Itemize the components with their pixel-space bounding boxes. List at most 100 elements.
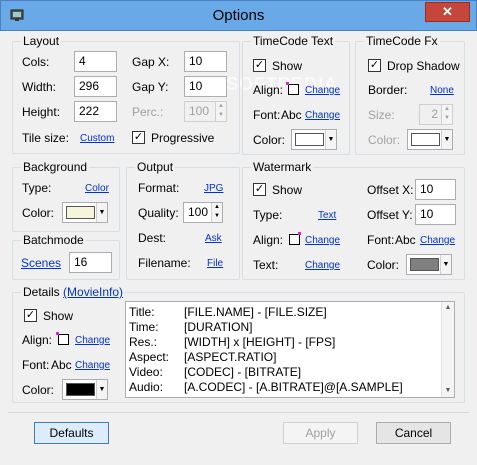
details-color-picker[interactable]: ▼ [62,379,108,400]
width-input[interactable]: 296 [74,76,117,97]
filename-label: Filename: [138,256,191,270]
details-value: [CODEC] - [BITRATE] [184,365,302,379]
fx-border-link[interactable]: None [430,83,454,99]
wm-type-label: Type: [253,208,283,222]
gapx-label: Gap X: [132,55,170,69]
dropdown-icon[interactable]: ▼ [440,255,451,274]
details-color-label: Color: [22,383,55,397]
dest-link[interactable]: Ask [205,231,222,247]
perc-value: 100 [189,104,210,118]
bg-color-swatch [66,206,95,219]
spin-down-icon[interactable]: ▼ [444,115,450,121]
wm-color-picker[interactable]: ▼ [406,254,452,275]
spin-down-icon[interactable]: ▼ [218,112,224,118]
cols-label: Cols: [22,55,50,69]
details-show-checkbox[interactable]: ✓ [24,309,37,322]
cols-input[interactable]: 4 [74,51,117,72]
details-legend-label: Details [23,285,60,299]
quality-spin-arrows[interactable]: ▲ ▼ [211,203,222,222]
quality-label: Quality: [138,206,179,220]
quality-spinner[interactable]: 100 ▲ ▼ [183,202,223,223]
offsetx-input[interactable]: 10 [415,179,456,200]
dialog-body: SOFTPEDIA Layout Cols: 4 Width: 296 Heig… [8,31,469,457]
defaults-button[interactable]: Defaults [34,422,109,444]
gapy-input[interactable]: 10 [184,76,227,97]
fx-color-label: Color: [368,133,401,147]
format-link[interactable]: JPG [204,181,223,197]
details-value: [DURATION] [184,320,253,334]
close-button[interactable]: ✕ [425,2,470,22]
details-key: Aspect: [129,350,170,364]
bg-color-picker[interactable]: ▼ [62,202,108,223]
fx-size-spin-arrows[interactable]: ▲ ▼ [441,105,452,124]
drop-shadow-checkbox[interactable]: ✓ [368,59,381,72]
dropdown-icon[interactable]: ▼ [441,130,452,149]
dest-label: Dest: [138,231,167,245]
details-key: Res.: [129,335,158,349]
tc-color-picker[interactable]: ▼ [291,129,337,150]
tc-font-change[interactable]: Change [305,108,340,124]
fx-color-picker[interactable]: ▼ [407,129,453,150]
dropdown-icon[interactable]: ▼ [96,203,107,222]
drop-shadow-label: Drop Shadow [387,59,460,73]
tc-show-checkbox[interactable]: ✓ [253,59,266,72]
tc-align-icon [286,82,299,95]
scenes-input[interactable]: 16 [69,252,112,273]
fx-size-value: 2 [431,107,438,121]
scenes-link[interactable]: Scenes [21,255,61,271]
details-value: [FILE.NAME] - [FILE.SIZE] [184,305,327,319]
button-divider [8,412,469,413]
tc-align-change[interactable]: Change [305,83,340,99]
progressive-checkbox[interactable]: ✓ [132,131,145,144]
wm-font-change[interactable]: Change [420,233,455,249]
dropdown-icon[interactable]: ▼ [325,130,336,149]
movieinfo-link[interactable]: (MovieInfo) [63,285,123,299]
details-value: [ASPECT.RATIO] [184,350,277,364]
filename-link[interactable]: File [207,256,223,272]
spin-up-icon[interactable]: ▲ [444,106,450,112]
details-legend: Details (MovieInfo) [21,285,126,299]
offsety-input[interactable]: 10 [415,204,456,225]
batchmode-legend: Batchmode [21,233,86,247]
perc-spinner[interactable]: 100 ▲ ▼ [184,101,227,122]
details-show-label: Show [43,309,74,323]
details-align-change[interactable]: Change [75,333,110,349]
details-template-textarea[interactable]: Title: [FILE.NAME] - [FILE.SIZE] Time: [DU… [125,301,455,398]
fx-size-label: Size: [368,108,395,122]
wm-color-swatch [410,258,439,271]
tilesize-link[interactable]: Custom [80,131,114,147]
tc-color-label: Color: [253,133,286,147]
wm-font-label: Font: [367,233,395,247]
bg-type-link[interactable]: Color [85,181,109,197]
spin-up-icon[interactable]: ▲ [218,103,224,109]
tc-color-swatch [295,133,324,146]
details-scrollbar[interactable]: ▲ ▼ [441,302,454,397]
details-align-icon [56,332,69,345]
wm-align-change[interactable]: Change [305,233,340,249]
cancel-button[interactable]: Cancel [376,422,451,444]
fx-size-spinner[interactable]: 2 ▲ ▼ [419,104,453,125]
bg-type-label: Type: [22,181,52,195]
dropdown-icon[interactable]: ▼ [96,380,107,399]
tc-show-label: Show [272,59,303,73]
details-font-label: Font: [22,358,50,372]
scroll-down-icon[interactable]: ▼ [442,385,454,397]
wm-text-label: Text: [253,258,279,272]
details-key: Video: [129,365,163,379]
details-font-change[interactable]: Change [75,358,110,374]
perc-spin-arrows[interactable]: ▲ ▼ [215,102,226,121]
spin-up-icon[interactable]: ▲ [214,204,220,210]
gapx-input[interactable]: 10 [184,51,227,72]
wm-text-change[interactable]: Change [305,258,340,274]
wm-type-link[interactable]: Text [318,208,336,224]
fx-color-swatch [411,133,440,146]
watermark-legend: Watermark [251,160,314,174]
spin-down-icon[interactable]: ▼ [214,213,220,219]
details-key: Title: [129,305,155,319]
wm-show-checkbox[interactable]: ✓ [253,183,266,196]
height-input[interactable]: 222 [74,101,117,122]
timecode-text-legend: TimeCode Text [251,34,336,48]
scroll-up-icon[interactable]: ▲ [442,302,454,314]
details-key: Audio: [129,380,164,394]
apply-button[interactable]: Apply [283,422,358,444]
